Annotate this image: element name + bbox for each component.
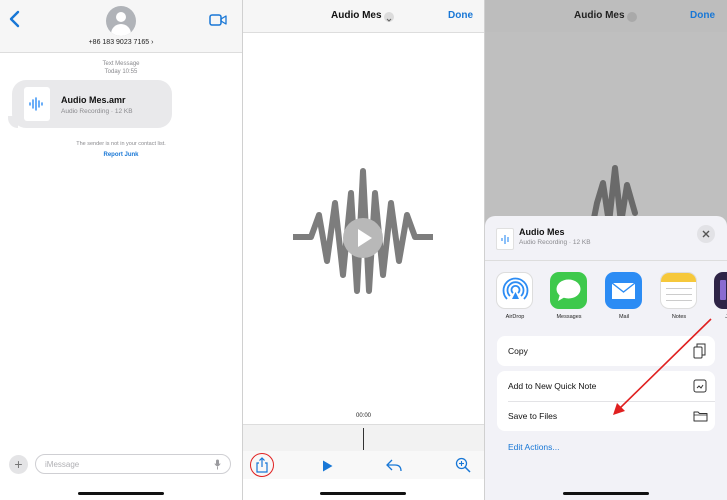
reply-icon[interactable] [386, 459, 402, 472]
contact-avatar[interactable] [106, 6, 136, 36]
dimmed-title-chevron-icon [627, 12, 637, 22]
message-type: Text Message [102, 61, 140, 67]
report-junk-link[interactable]: Report Junk [0, 152, 242, 158]
attachment-details: Audio Recording · 12 KB [61, 108, 133, 115]
title-menu-chevron-icon[interactable] [384, 12, 394, 22]
play-icon[interactable] [322, 460, 333, 472]
apps-plus-button[interactable]: + [9, 455, 28, 474]
preview-toolbar [243, 451, 484, 479]
playhead[interactable] [363, 428, 364, 450]
message-time: Today 10:55 [104, 69, 138, 75]
share-file-icon [496, 228, 514, 250]
back-chevron-icon[interactable] [8, 10, 22, 28]
preview-title[interactable]: Audio Mes [331, 10, 382, 21]
airdrop-label: AirDrop [505, 314, 525, 320]
unknown-sender-notice: The sender is not in your contact list. [76, 141, 166, 147]
save-to-files-label: Save to Files [508, 411, 558, 421]
play-overlay-button[interactable] [343, 218, 383, 258]
annotation-arrow-icon [613, 318, 712, 415]
share-icon[interactable] [255, 457, 269, 473]
video-call-icon[interactable] [209, 14, 227, 26]
audio-attachment-bubble[interactable]: Audio Mes.amr Audio Recording · 12 KB [12, 80, 172, 128]
attachment-name: Audio Mes.amr [61, 95, 126, 105]
done-button[interactable]: Done [448, 10, 473, 21]
audio-preview-panel: Audio Mes Done 00:00 [243, 0, 484, 500]
audio-file-icon [24, 87, 50, 121]
home-indicator [563, 492, 649, 495]
journal-app-icon[interactable] [714, 272, 727, 309]
share-sheet-header: Audio Mes Audio Recording · 12 KB [485, 216, 727, 261]
dimmed-header: Audio Mes Done [485, 0, 727, 32]
home-indicator [320, 492, 406, 495]
dimmed-waveform-icon [590, 165, 638, 223]
microphone-icon[interactable] [214, 459, 221, 470]
quick-note-label: Add to New Quick Note [508, 381, 597, 391]
share-file-details: Audio Recording · 12 KB [519, 239, 591, 246]
close-sheet-button[interactable] [697, 225, 715, 243]
copy-action-label: Copy [508, 346, 528, 356]
mail-app-icon[interactable] [605, 272, 642, 309]
notes-app-icon[interactable] [660, 272, 697, 309]
messages-panel: +86 183 9023 7165 › Text Message Today 1… [0, 0, 242, 500]
conversation-header: +86 183 9023 7165 › [0, 0, 242, 53]
dimmed-title: Audio Mes [574, 10, 625, 21]
airdrop-app-icon[interactable] [496, 272, 533, 309]
messages-app-icon[interactable] [550, 272, 587, 309]
message-meta: Text Message Today 10:55 [0, 60, 242, 76]
close-icon [702, 230, 710, 238]
imessage-placeholder: iMessage [45, 460, 80, 469]
dimmed-done-button: Done [690, 10, 715, 21]
share-file-title: Audio Mes [519, 227, 565, 237]
edit-actions-link[interactable]: Edit Actions... [508, 442, 560, 452]
share-sheet-panel: Audio Mes Done Audio Mes Audio Recording… [485, 0, 727, 500]
messages-label: Messages [556, 314, 582, 320]
markup-zoom-icon[interactable] [455, 457, 471, 473]
contact-phone-number[interactable]: +86 183 9023 7165 › [0, 39, 242, 46]
home-indicator [78, 492, 164, 495]
preview-header: Audio Mes Done [243, 0, 484, 33]
imessage-input[interactable]: iMessage [35, 454, 231, 474]
playback-time: 00:00 [355, 413, 371, 419]
